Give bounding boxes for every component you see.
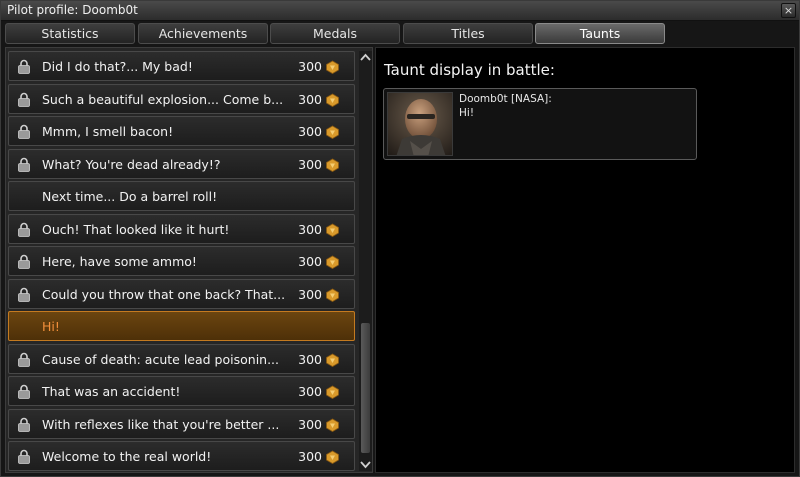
taunt-label: What? You're dead already!? <box>42 156 221 172</box>
taunt-list-panel: Did I do that?... My bad! 300 Such a beaut… <box>5 47 373 473</box>
taunt-row[interactable]: That was an accident! 300 <box>8 376 355 406</box>
coin-icon <box>326 158 339 172</box>
taunt-label: That was an accident! <box>42 384 181 399</box>
taunt-price: 300 <box>298 91 322 107</box>
taunt-row[interactable]: Could you throw that one back? That... 30… <box>8 278 355 309</box>
pilot-avatar <box>387 92 453 156</box>
lock-icon <box>18 59 30 74</box>
close-button[interactable]: × <box>781 3 796 18</box>
taunt-label: Cause of death: acute lead poisonin... <box>42 351 280 367</box>
lock-icon <box>18 384 30 399</box>
taunt-row[interactable]: With reflexes like that you're better ..… <box>8 408 355 439</box>
taunt-price: 300 <box>298 286 322 302</box>
coin-icon <box>326 60 339 74</box>
taunt-price: 300 <box>298 221 322 237</box>
tab-statistics[interactable]: Statistics <box>5 23 135 44</box>
taunt-message: Hi! <box>459 107 475 119</box>
taunt-row[interactable]: Mmm, I smell bacon! 300 <box>8 116 355 146</box>
pilot-name: Doomb0t [NASA]: <box>459 93 552 105</box>
coin-icon <box>326 418 339 432</box>
tab-achievements[interactable]: Achievements <box>138 23 268 44</box>
coin-icon <box>326 288 339 302</box>
taunt-label: Welcome to the real world! <box>42 449 212 464</box>
taunt-row[interactable]: Welcome to the real world! 300 <box>8 441 355 471</box>
taunt-label: Such a beautiful explosion... Come b... <box>42 91 284 107</box>
taunt-list: Did I do that?... My bad! 300 Such a beaut… <box>8 51 356 471</box>
taunt-price: 300 <box>298 254 322 269</box>
scroll-thumb[interactable] <box>361 323 370 453</box>
taunt-price: 300 <box>298 449 322 464</box>
coin-icon <box>326 385 339 399</box>
coin-icon <box>326 125 339 139</box>
title-bar: Pilot profile: Doomb0t × <box>1 1 799 21</box>
tab-medals[interactable]: Medals <box>270 23 400 44</box>
display-heading: Taunt display in battle: <box>384 61 555 79</box>
coin-icon <box>326 450 339 464</box>
lock-icon <box>18 157 30 172</box>
taunt-price: 300 <box>298 124 322 139</box>
taunt-label: Ouch! That looked like it hurt! <box>42 221 230 237</box>
lock-icon <box>18 449 30 464</box>
coin-icon <box>326 353 339 367</box>
tab-bar: Statistics Achievements Medals Titles Ta… <box>5 23 795 44</box>
lock-icon <box>18 222 30 237</box>
pilot-portrait-icon <box>388 93 452 155</box>
lock-icon <box>18 124 30 139</box>
taunt-label: Mmm, I smell bacon! <box>42 124 174 139</box>
taunt-row[interactable]: Next time... Do a barrel roll! <box>8 181 355 211</box>
taunt-label: Hi! <box>42 319 60 334</box>
taunt-price: 300 <box>298 416 322 432</box>
taunt-price: 300 <box>298 384 322 399</box>
lock-icon <box>18 92 30 107</box>
taunt-price: 300 <box>298 59 322 74</box>
taunt-label: Could you throw that one back? That... <box>42 286 286 302</box>
taunt-preview: Doomb0t [NASA]: Hi! <box>383 88 697 160</box>
scrollbar[interactable] <box>359 51 372 471</box>
scroll-down-icon[interactable] <box>359 457 372 471</box>
taunt-row[interactable]: Did I do that?... My bad! 300 <box>8 51 355 81</box>
lock-icon <box>18 352 30 367</box>
scroll-up-icon[interactable] <box>359 51 372 65</box>
taunt-label: Next time... Do a barrel roll! <box>42 189 218 204</box>
lock-icon <box>18 254 30 269</box>
taunt-row[interactable]: Cause of death: acute lead poisonin... 30… <box>8 343 355 374</box>
taunt-price: 300 <box>298 351 322 367</box>
taunt-row[interactable]: Such a beautiful explosion... Come b... 3… <box>8 83 355 114</box>
window-title: Pilot profile: Doomb0t <box>7 3 138 17</box>
pilot-profile-window: Pilot profile: Doomb0t × Statistics Achi… <box>0 0 800 477</box>
taunt-row[interactable]: Ouch! That looked like it hurt! 300 <box>8 213 355 244</box>
taunt-label: Did I do that?... My bad! <box>42 59 193 74</box>
taunt-price: 300 <box>298 156 322 172</box>
coin-icon <box>326 93 339 107</box>
taunt-row[interactable]: Hi! <box>8 311 355 341</box>
taunt-row[interactable]: What? You're dead already!? 300 <box>8 148 355 179</box>
tab-titles[interactable]: Titles <box>403 23 533 44</box>
lock-icon <box>18 287 30 302</box>
coin-icon <box>326 223 339 237</box>
taunt-display-panel: Taunt display in battle: Doomb0t [NASA]:… <box>375 47 795 473</box>
tab-taunts[interactable]: Taunts <box>535 23 665 44</box>
taunt-row[interactable]: Here, have some ammo! 300 <box>8 246 355 276</box>
close-icon[interactable]: × <box>784 4 793 17</box>
lock-icon <box>18 417 30 432</box>
taunt-label: Here, have some ammo! <box>42 254 197 269</box>
coin-icon <box>326 255 339 269</box>
taunt-label: With reflexes like that you're better ..… <box>42 416 280 432</box>
